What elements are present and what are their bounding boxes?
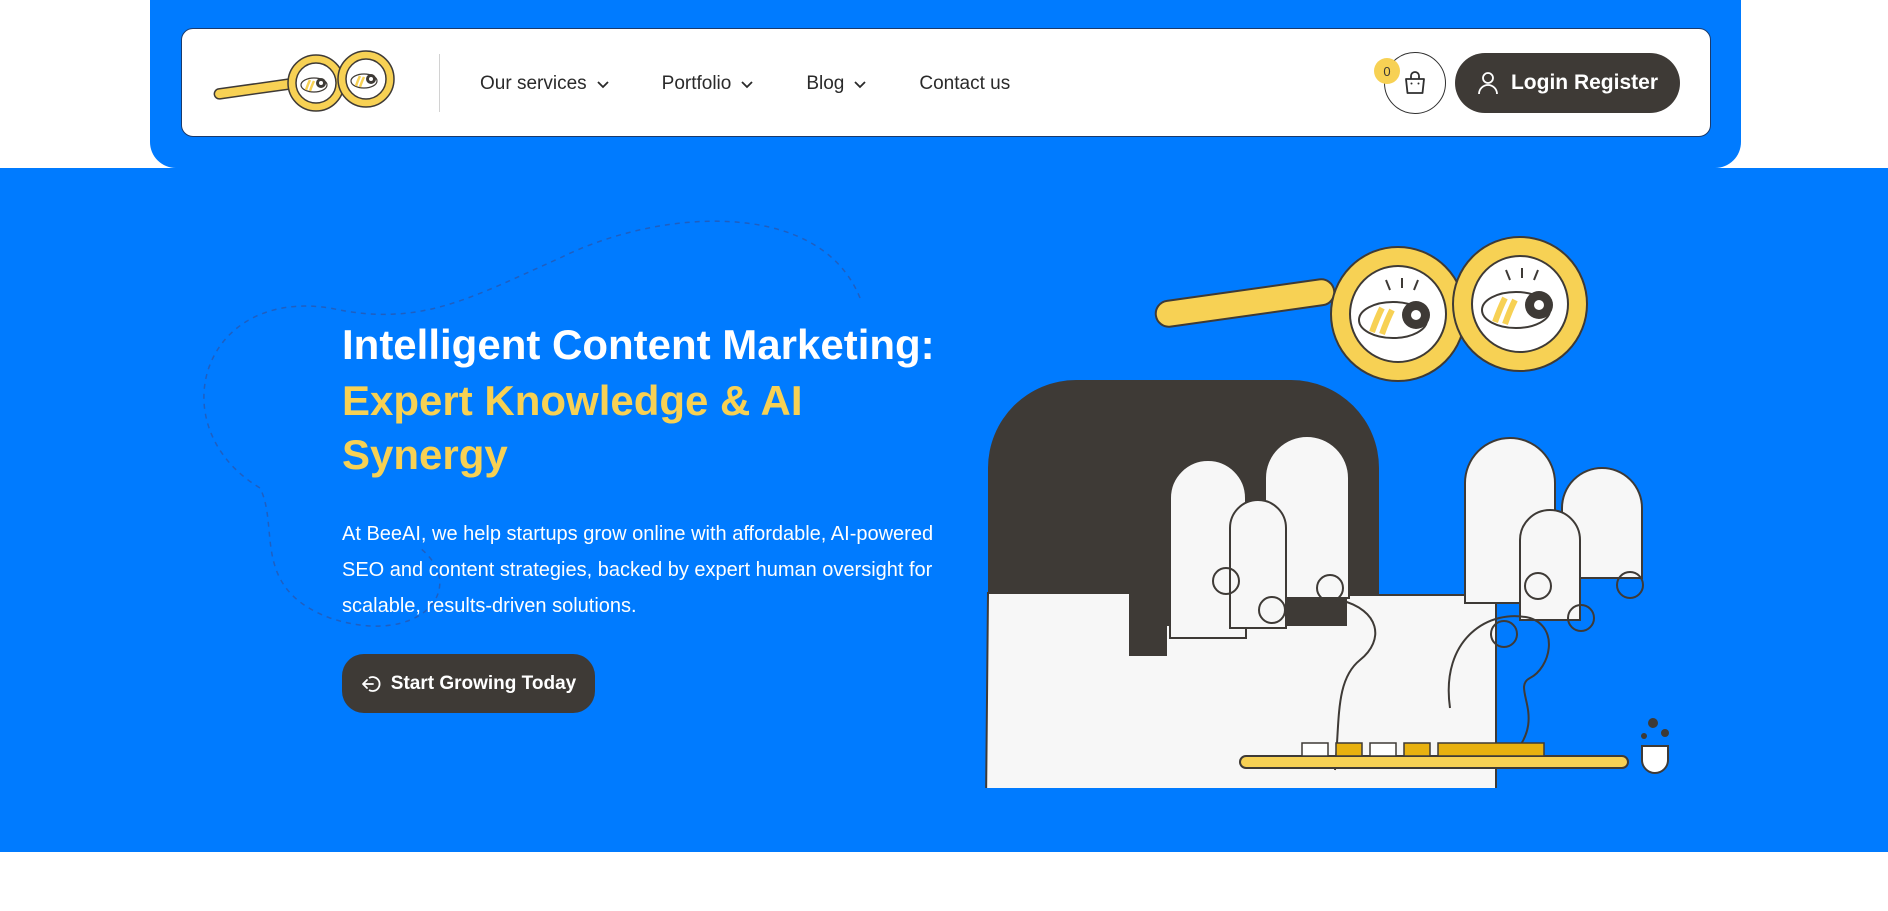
header-divider — [439, 54, 440, 112]
shopping-bag-icon — [1405, 71, 1425, 94]
dashed-decoration — [203, 220, 861, 627]
nav-item-label: Our services — [480, 73, 587, 94]
hero-description: At BeeAI, we help startups grow online w… — [342, 523, 934, 617]
cart-count-badge: 0 — [1374, 58, 1400, 84]
chevron-down-icon — [854, 81, 867, 89]
nav-item-blog[interactable]: Blog — [806, 70, 867, 98]
login-register-label: Login Register — [1510, 71, 1658, 94]
nav-item-portfolio[interactable]: Portfolio — [662, 70, 755, 98]
binocular-eyes-logo-icon — [213, 50, 395, 112]
nav-item-contact-us[interactable]: Contact us — [919, 70, 1010, 98]
laptop-hands-illustration — [985, 380, 1669, 788]
nav-item-label: Contact us — [919, 73, 1011, 94]
nav-item-label: Blog — [806, 73, 845, 94]
main-nav: Our services Portfolio Blog Contact us — [480, 70, 1062, 98]
sign-in-arrow-icon — [361, 675, 381, 692]
login-register-button[interactable]: Login Register — [1455, 53, 1680, 113]
user-icon — [1478, 72, 1498, 95]
logo[interactable] — [210, 46, 400, 118]
nav-item-label: Portfolio — [661, 73, 732, 94]
chevron-down-icon — [597, 81, 609, 89]
hero-section: Intelligent Content Marketing: Expert Kn… — [0, 168, 1888, 852]
hero-illustration — [985, 236, 1669, 788]
nav-item-our-services[interactable]: Our services — [480, 70, 610, 98]
magnifier-eyes-illustration — [1154, 236, 1588, 382]
hero-subtitle: Expert Knowledge & AI Synergy — [342, 377, 803, 478]
hero-title: Intelligent Content Marketing: — [342, 321, 935, 368]
start-growing-button[interactable]: Start Growing Today — [342, 654, 595, 713]
cta-label: Start Growing Today — [390, 672, 577, 694]
chevron-down-icon — [741, 81, 753, 89]
